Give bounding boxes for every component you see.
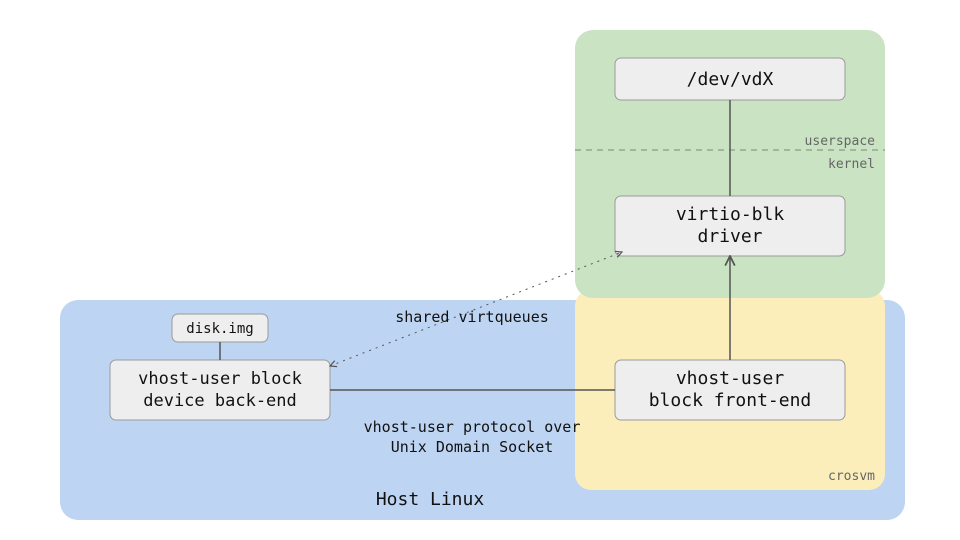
virtio-blk-driver-node: virtio-blk driver bbox=[615, 196, 845, 256]
edge-protocol-label-2: Unix Domain Socket bbox=[391, 438, 554, 456]
userspace-label: userspace bbox=[805, 134, 876, 149]
vhost-frontend-node: vhost-user block front-end bbox=[615, 360, 845, 420]
virtio-blk-driver-label-2: driver bbox=[697, 226, 762, 247]
vhost-backend-node: vhost-user block device back-end bbox=[110, 360, 330, 420]
vhost-frontend-label-1: vhost-user bbox=[676, 368, 785, 389]
dev-vdx-label: /dev/vdX bbox=[687, 69, 774, 90]
architecture-diagram: Host Linux crosvm userspace kernel /dev/… bbox=[0, 0, 960, 540]
disk-img-node: disk.img bbox=[172, 314, 268, 342]
vhost-frontend-label-2: block front-end bbox=[649, 390, 812, 411]
edge-protocol-label-1: vhost-user protocol over bbox=[364, 418, 581, 436]
edge-shared-virtqueues-label: shared virtqueues bbox=[395, 308, 549, 326]
host-linux-label: Host Linux bbox=[376, 489, 485, 510]
dev-vdx-node: /dev/vdX bbox=[615, 58, 845, 100]
kernel-label: kernel bbox=[828, 157, 875, 172]
vhost-backend-label-1: vhost-user block bbox=[138, 369, 302, 389]
disk-img-label: disk.img bbox=[186, 321, 253, 337]
virtio-blk-driver-label-1: virtio-blk bbox=[676, 204, 785, 225]
crosvm-label: crosvm bbox=[828, 469, 875, 484]
vhost-backend-label-2: device back-end bbox=[143, 391, 297, 411]
